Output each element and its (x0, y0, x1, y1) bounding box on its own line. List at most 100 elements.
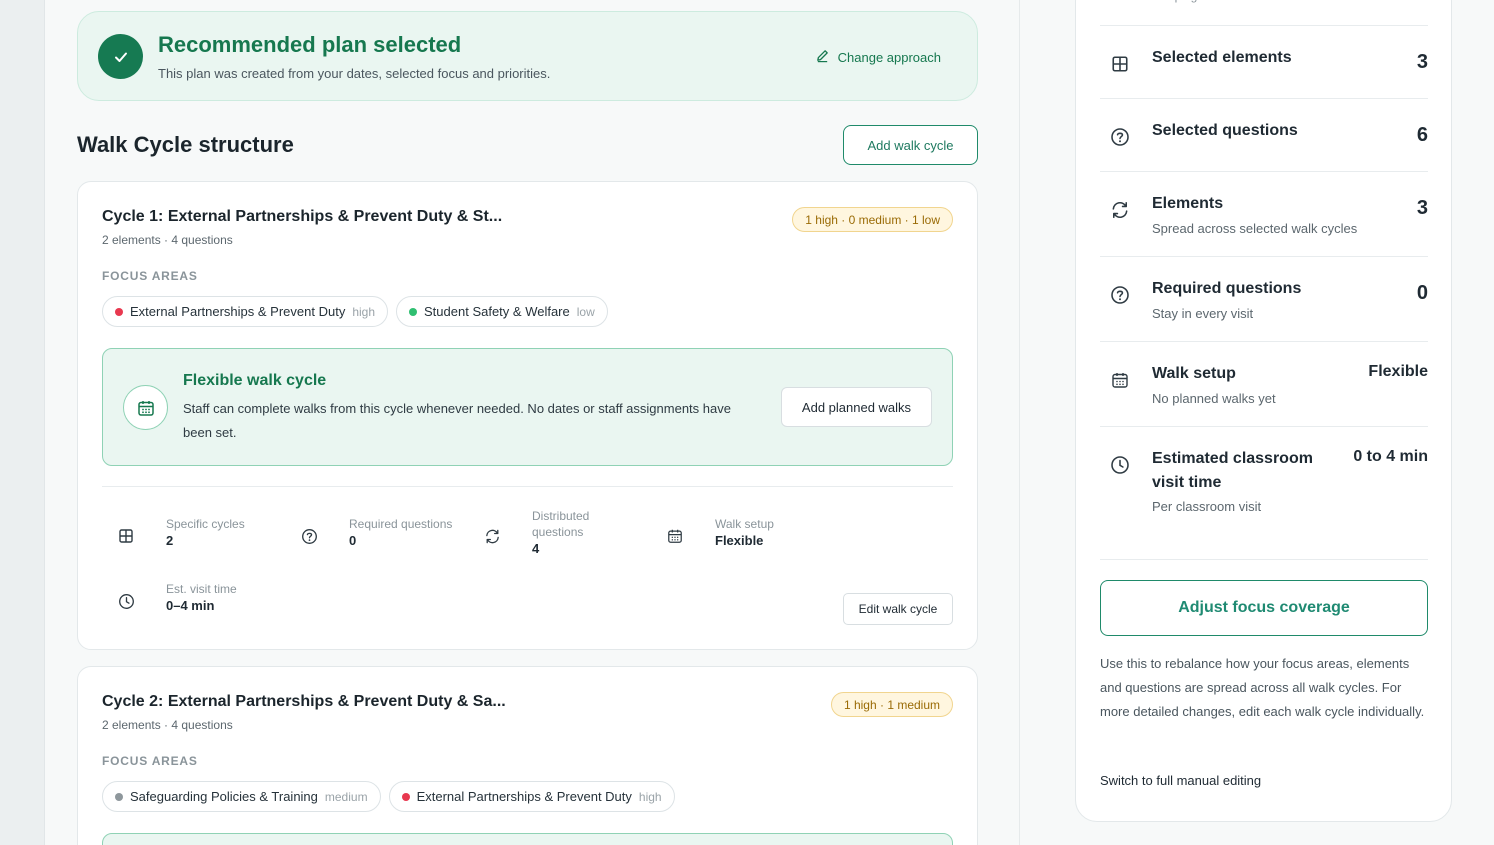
section-title: Walk Cycle structure (77, 132, 294, 157)
divider (102, 486, 953, 487)
stat-value: 0 (349, 533, 357, 548)
clock-icon (110, 585, 142, 617)
summary-row-visit-time: Estimated classroom visit time Per class… (1100, 427, 1428, 560)
adjust-focus-coverage-button[interactable]: Adjust focus coverage (1100, 580, 1428, 636)
pencil-icon (815, 48, 830, 66)
focus-areas-label: FOCUS AREAS (102, 754, 198, 768)
change-approach-label: Change approach (837, 49, 941, 65)
question-icon (1108, 283, 1132, 307)
priority-badge: 1 high · 1 medium (830, 692, 953, 717)
priority-badge: 1 high · 0 medium · 1 low (792, 207, 953, 232)
left-sidebar-edge (0, 0, 45, 845)
manual-editing-link[interactable]: Switch to full manual editing (1100, 773, 1261, 788)
grid-icon (110, 520, 142, 552)
banner-subtitle: This plan was created from your dates, s… (158, 66, 551, 81)
chip-level: low (576, 304, 595, 319)
focus-chip: External Partnerships & Prevent Duty hig… (388, 781, 675, 812)
chip-level: high (638, 789, 662, 804)
stat-value: 4 (532, 541, 540, 556)
change-approach-button[interactable]: Change approach (815, 48, 941, 66)
stat-label: Walk setup (715, 517, 774, 531)
question-icon (293, 520, 325, 552)
stat-distributed-questions: Distributed questions 4 (476, 508, 622, 556)
flexible-walk-cycle-box: Flexible walk cycle Staff can complete w… (102, 348, 953, 466)
plan-selected-banner: Recommended plan selected This plan was … (77, 11, 978, 101)
stat-value: 2 (166, 533, 174, 548)
summary-row-selected-elements: Selected elements 3 (1100, 26, 1428, 99)
chip-label: Safeguarding Policies & Training (130, 789, 318, 804)
summary-row-selected-questions: Selected questions 6 (1100, 99, 1428, 172)
summary-value: Flexible (1368, 363, 1428, 380)
banner-title: Recommended plan selected (158, 32, 462, 57)
summary-title: Estimated classroom visit time (1152, 450, 1313, 491)
summary-title: Required questions (1152, 280, 1302, 297)
summary-title: Elements (1152, 195, 1224, 212)
summary-value: 0 (1416, 282, 1428, 304)
stat-value: Flexible (715, 533, 764, 548)
summary-value: 6 (1416, 124, 1428, 146)
summary-sub: Spread across selected walk cycles (1152, 221, 1358, 236)
cycle-meta: 2 elements · 4 questions (102, 233, 233, 247)
chip-label: External Partnerships & Prevent Duty (416, 789, 632, 804)
stat-visit-time: Est. visit time 0–4 min (110, 581, 237, 617)
stat-walk-setup: Walk setup Flexible (659, 516, 774, 552)
cycle-meta: 2 elements · 4 questions (102, 718, 233, 732)
summary-title: Selected elements (1152, 49, 1292, 66)
stat-label: Est. visit time (166, 582, 237, 596)
summary-row-elements: Elements Spread across selected walk cyc… (1100, 172, 1428, 257)
stat-specific-cycles: Specific cycles 2 (110, 516, 245, 552)
add-walk-cycle-button[interactable]: Add walk cycle (843, 125, 978, 165)
add-planned-walks-button[interactable]: Add planned walks (781, 387, 932, 427)
focus-areas-label: FOCUS AREAS (102, 269, 198, 283)
chip-label: Student Safety & Welfare (424, 304, 570, 319)
stat-required-questions: Required questions 0 (293, 516, 452, 552)
grid-icon (1108, 52, 1132, 76)
clock-icon (1108, 453, 1132, 477)
chip-level: high (352, 304, 376, 319)
focus-chips: Safeguarding Policies & Training medium … (102, 781, 675, 812)
summary-row-top (1100, 0, 1428, 26)
walk-cycle-card: Cycle 2: External Partnerships & Prevent… (77, 666, 978, 845)
edit-walk-cycle-button[interactable]: Edit walk cycle (843, 593, 953, 625)
focus-chip: External Partnerships & Prevent Duty hig… (102, 296, 389, 327)
calendar-icon (659, 520, 691, 552)
summary-value: 3 (1416, 51, 1428, 73)
chip-label: External Partnerships & Prevent Duty (130, 304, 346, 319)
summary-sub: Per classroom visit (1152, 499, 1262, 514)
summary-title: Walk setup (1152, 365, 1236, 382)
priority-dot (409, 307, 418, 316)
priority-dot (401, 792, 410, 801)
stat-label: Distributed questions (532, 509, 590, 539)
priority-dot (115, 792, 123, 801)
priority-dot (115, 307, 123, 316)
cycle-title: Cycle 1: External Partnerships & Prevent… (102, 208, 503, 225)
summary-sub: Stay in every visit (1152, 306, 1254, 321)
calendar-icon (123, 385, 168, 430)
focus-chip: Safeguarding Policies & Training medium (102, 781, 381, 812)
question-icon (1108, 125, 1132, 149)
focus-chips: External Partnerships & Prevent Duty hig… (102, 296, 608, 327)
refresh-icon (1108, 198, 1132, 222)
stat-value: 0–4 min (166, 598, 215, 613)
stat-label: Required questions (349, 517, 453, 531)
check-icon (98, 34, 143, 79)
summary-panel: campaign Selected elements 3 Selected qu… (1075, 0, 1452, 822)
calendar-icon (1108, 368, 1132, 392)
walk-cycle-card: Cycle 1: External Partnerships & Prevent… (77, 181, 978, 650)
summary-title: Selected questions (1152, 122, 1298, 139)
summary-value: 3 (1416, 197, 1428, 219)
flexible-description: Staff can complete walks from this cycle… (183, 401, 731, 440)
chip-level: medium (324, 789, 368, 804)
summary-row-required-questions: Required questions Stay in every visit 0 (1100, 257, 1428, 342)
summary-sub: No planned walks yet (1152, 391, 1276, 406)
summary-row-walk-setup: Walk setup No planned walks yet Flexible (1100, 342, 1428, 427)
stat-label: Specific cycles (166, 517, 245, 531)
flexible-walk-cycle-box (102, 833, 953, 845)
summary-value: 0 to 4 min (1353, 448, 1428, 465)
main-content: Recommended plan selected This plan was … (45, 0, 1020, 845)
flexible-title: Flexible walk cycle (183, 372, 327, 389)
adjust-description: Use this to rebalance how your focus are… (1100, 656, 1425, 719)
focus-chip: Student Safety & Welfare low (396, 296, 608, 327)
cycle-title: Cycle 2: External Partnerships & Prevent… (102, 693, 506, 710)
refresh-icon (476, 520, 508, 552)
